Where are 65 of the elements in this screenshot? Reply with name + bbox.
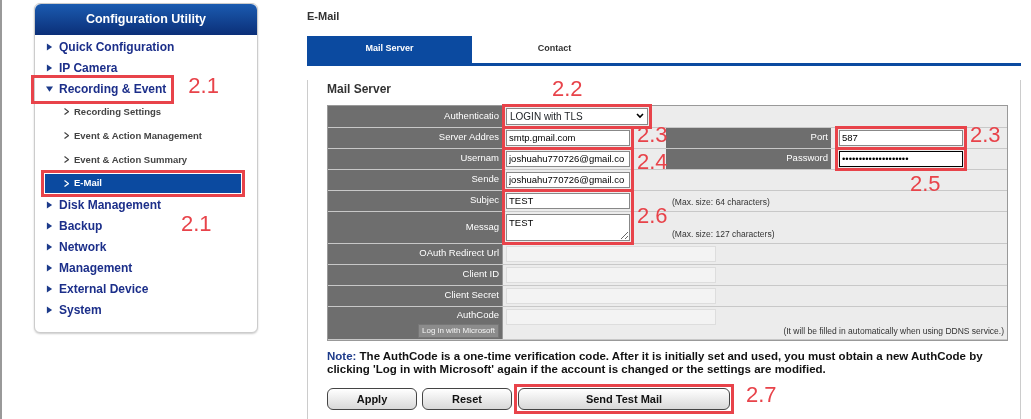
field-label: Port	[810, 130, 828, 145]
message-field[interactable]: TEST	[506, 213, 630, 241]
sidebar-item[interactable]: Recording & Event	[35, 78, 171, 100]
sidebar-item[interactable]: Backup	[35, 215, 107, 237]
section-title: Mail Server	[327, 80, 392, 98]
caret-down-icon	[46, 85, 53, 94]
hint-text: (Max. size: 64 characters)	[672, 195, 770, 209]
sidebar-subitem[interactable]: E-Mail	[45, 173, 241, 193]
annotation-label: 2.2	[552, 77, 583, 100]
field-label: AuthCode	[456, 308, 499, 323]
chevron-right-icon	[64, 179, 69, 187]
annotation-label: 2.1	[181, 212, 212, 235]
input-field[interactable]: joshuahu770726@gmail.co	[506, 171, 630, 188]
hint-text: (Max. size: 127 characters)	[672, 227, 775, 241]
sidebar-item[interactable]: Network	[35, 236, 111, 258]
annotation-label: 2.1	[188, 74, 219, 97]
sidebar-subitem[interactable]: Event & Action Summary	[35, 147, 192, 172]
annotation-label: 2.7	[746, 384, 777, 407]
field-label: Authenticatio	[444, 108, 499, 123]
field-label: Usernam	[460, 151, 499, 166]
chevron-right-icon	[64, 108, 69, 116]
field-label: Messag	[465, 219, 499, 234]
sidebar-item[interactable]: Quick Configuration	[35, 36, 179, 58]
caret-right-icon	[46, 201, 53, 210]
sidebar-item[interactable]: Management	[35, 257, 137, 279]
sidebar-item[interactable]: IP Camera	[35, 57, 122, 79]
caret-right-icon	[46, 222, 53, 231]
input-field[interactable]: 587	[839, 129, 963, 146]
annotation-label: 2.6	[637, 204, 668, 227]
note-text: Note: The AuthCode is a one-time verification code. After it is initially set and used, you must obtain a new AuthCode by clicking 'Log in with Microsoft' again if the account is changed or the settings are modified.	[327, 350, 984, 377]
field-label: Sende	[471, 172, 499, 187]
password-field[interactable]: ••••••••••••••••••••	[839, 150, 963, 167]
page-title: E-Mail	[307, 9, 341, 24]
sidebar-item[interactable]: System	[35, 299, 106, 321]
tab[interactable]: Mail Server	[307, 35, 472, 63]
action-button[interactable]: Reset	[422, 388, 512, 411]
field-label: Client Secret	[444, 288, 499, 303]
sidebar-title: Configuration Utility	[35, 4, 257, 35]
dropdown-field[interactable]: LOGIN with TLS	[506, 107, 648, 125]
caret-right-icon	[46, 264, 53, 273]
sidebar-item[interactable]: Disk Management	[35, 194, 166, 216]
input-field[interactable]: joshuahu770726@gmail.co	[506, 150, 630, 167]
chevron-right-icon	[64, 156, 69, 164]
annotation-label: 2.5	[910, 172, 941, 195]
field-label: Subjec	[469, 193, 499, 208]
caret-right-icon	[46, 285, 53, 294]
caret-right-icon	[46, 243, 53, 252]
annotation-label: 2.3	[970, 123, 1001, 146]
sidebar-subitem[interactable]: Event & Action Management	[35, 123, 206, 148]
hint-text: (It will be filled in automatically when using DDNS service.)	[783, 324, 1004, 338]
sidebar-subitem[interactable]: Recording Settings	[35, 99, 166, 124]
field-label: Password	[786, 151, 828, 166]
caret-right-icon	[46, 43, 53, 52]
action-button[interactable]: Apply	[327, 388, 417, 411]
send-test-mail-button[interactable]: Send Test Mail	[518, 388, 730, 411]
field-label: OAuth Redirect Url	[419, 246, 499, 261]
input-field[interactable]: TEST	[506, 192, 630, 209]
field-label: Server Addres	[438, 130, 499, 145]
chevron-down-icon	[636, 113, 644, 119]
sidebar-item[interactable]: External Device	[35, 278, 153, 300]
caret-right-icon	[46, 64, 53, 73]
field-label: Client ID	[462, 267, 499, 282]
chevron-right-icon	[64, 132, 69, 140]
caret-right-icon	[46, 306, 53, 315]
input-field[interactable]: smtp.gmail.com	[506, 129, 630, 146]
